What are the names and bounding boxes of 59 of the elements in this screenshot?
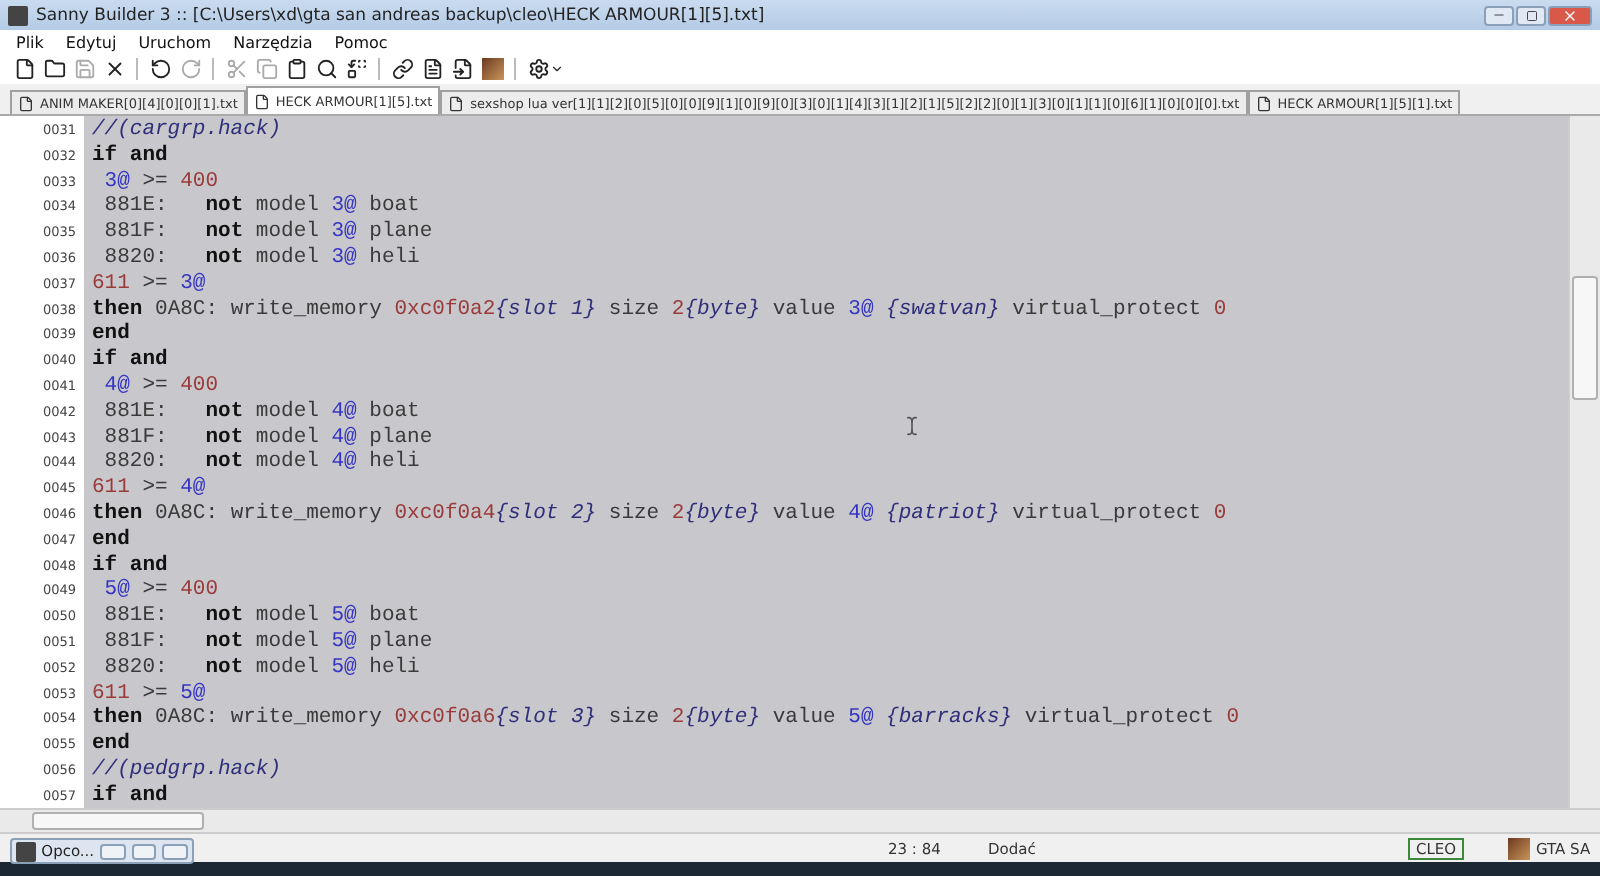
file-icon xyxy=(18,95,34,111)
code-line: 881F: not model 3@ plane xyxy=(102,220,433,246)
text-cursor-icon xyxy=(902,416,922,436)
code-line: 611 >= 3@ xyxy=(92,271,206,298)
folder-icon[interactable] xyxy=(42,57,66,81)
menu-item[interactable]: Edytuj xyxy=(65,33,117,51)
code-line: //(pedgrp.hack) xyxy=(92,757,282,784)
code-line: then 0A8C: write_memory 0xc0f0a6{slot 3} size 2{byte} value 5@ {barracks} virtual_protect 0 xyxy=(92,706,1239,732)
game-thumbnail-icon[interactable] xyxy=(480,57,504,81)
settings-icon[interactable] xyxy=(526,57,566,81)
code-line: end xyxy=(92,527,130,554)
code-line: 3@ >= 400 xyxy=(102,169,219,195)
restore-button[interactable] xyxy=(1516,5,1546,25)
scrollbar-thumb[interactable] xyxy=(1572,276,1598,400)
code-line: then 0A8C: write_memory 0xc0f0a2{slot 1} size 2{byte} value 3@ {swatvan} virtual_protect 0 xyxy=(92,297,1227,322)
window-title: Sanny Builder 3 :: [C:\Users\xd\gta san andreas backup\cleo\HECK ARMOUR[1][5].txt] xyxy=(36,5,765,25)
code-line: if and xyxy=(92,143,168,170)
file-icon xyxy=(253,93,270,109)
code-line: 881E: not model 3@ boat xyxy=(102,194,420,220)
code-line: //(cargrp.hack) xyxy=(92,118,282,144)
search-icon[interactable] xyxy=(314,57,338,81)
code-line: 8820: not model 4@ heli xyxy=(102,450,420,476)
menu-item[interactable]: Pomoc xyxy=(334,33,388,51)
app-icon xyxy=(16,841,36,861)
code-line: end xyxy=(92,322,130,348)
restore-icon xyxy=(1525,9,1537,21)
clipboard-icon[interactable] xyxy=(284,57,308,81)
menu-item[interactable]: Uruchom xyxy=(138,33,212,51)
file-input-icon[interactable] xyxy=(450,57,474,81)
menu-item[interactable]: Plik xyxy=(16,33,44,51)
close-icon xyxy=(1562,7,1578,23)
code-line: 611 >= 5@ xyxy=(92,681,206,706)
link-icon[interactable] xyxy=(390,57,414,81)
code-line: 8820: not model 3@ heli xyxy=(102,245,420,272)
code-line: 881E: not model 5@ boat xyxy=(102,604,420,630)
minimize-icon xyxy=(1492,8,1506,22)
code-line: 5@ >= 400 xyxy=(102,578,219,605)
document-icon[interactable] xyxy=(420,57,444,81)
menu-item[interactable]: Narzędzia xyxy=(233,33,313,51)
scrollbar-thumb[interactable] xyxy=(32,812,204,830)
replace-icon[interactable] xyxy=(344,57,368,81)
code-line: 881F: not model 5@ plane xyxy=(102,629,433,656)
horizontal-scrollbar[interactable] xyxy=(0,808,1600,832)
code-line: if and xyxy=(92,783,168,810)
code-line: 611 >= 4@ xyxy=(92,476,206,502)
vertical-scrollbar[interactable] xyxy=(1568,116,1600,808)
file-icon xyxy=(448,95,465,111)
code-line: then 0A8C: write_memory 0xc0f0a4{slot 2} size 2{byte} value 4@ {patriot} virtual_protect 0 xyxy=(92,501,1227,528)
code-line: 881F: not model 4@ plane xyxy=(102,425,433,450)
code-line: if and xyxy=(92,553,168,578)
undo-icon[interactable] xyxy=(148,57,172,81)
code-line: if and xyxy=(92,348,168,374)
app-icon xyxy=(8,5,28,25)
new-file-icon[interactable] xyxy=(12,57,36,81)
code-line: 8820: not model 5@ heli xyxy=(102,655,420,682)
code-line: 4@ >= 400 xyxy=(102,373,219,400)
file-icon xyxy=(1255,95,1272,111)
code-line: 881E: not model 4@ boat xyxy=(102,399,420,426)
code-line: end xyxy=(92,732,130,758)
